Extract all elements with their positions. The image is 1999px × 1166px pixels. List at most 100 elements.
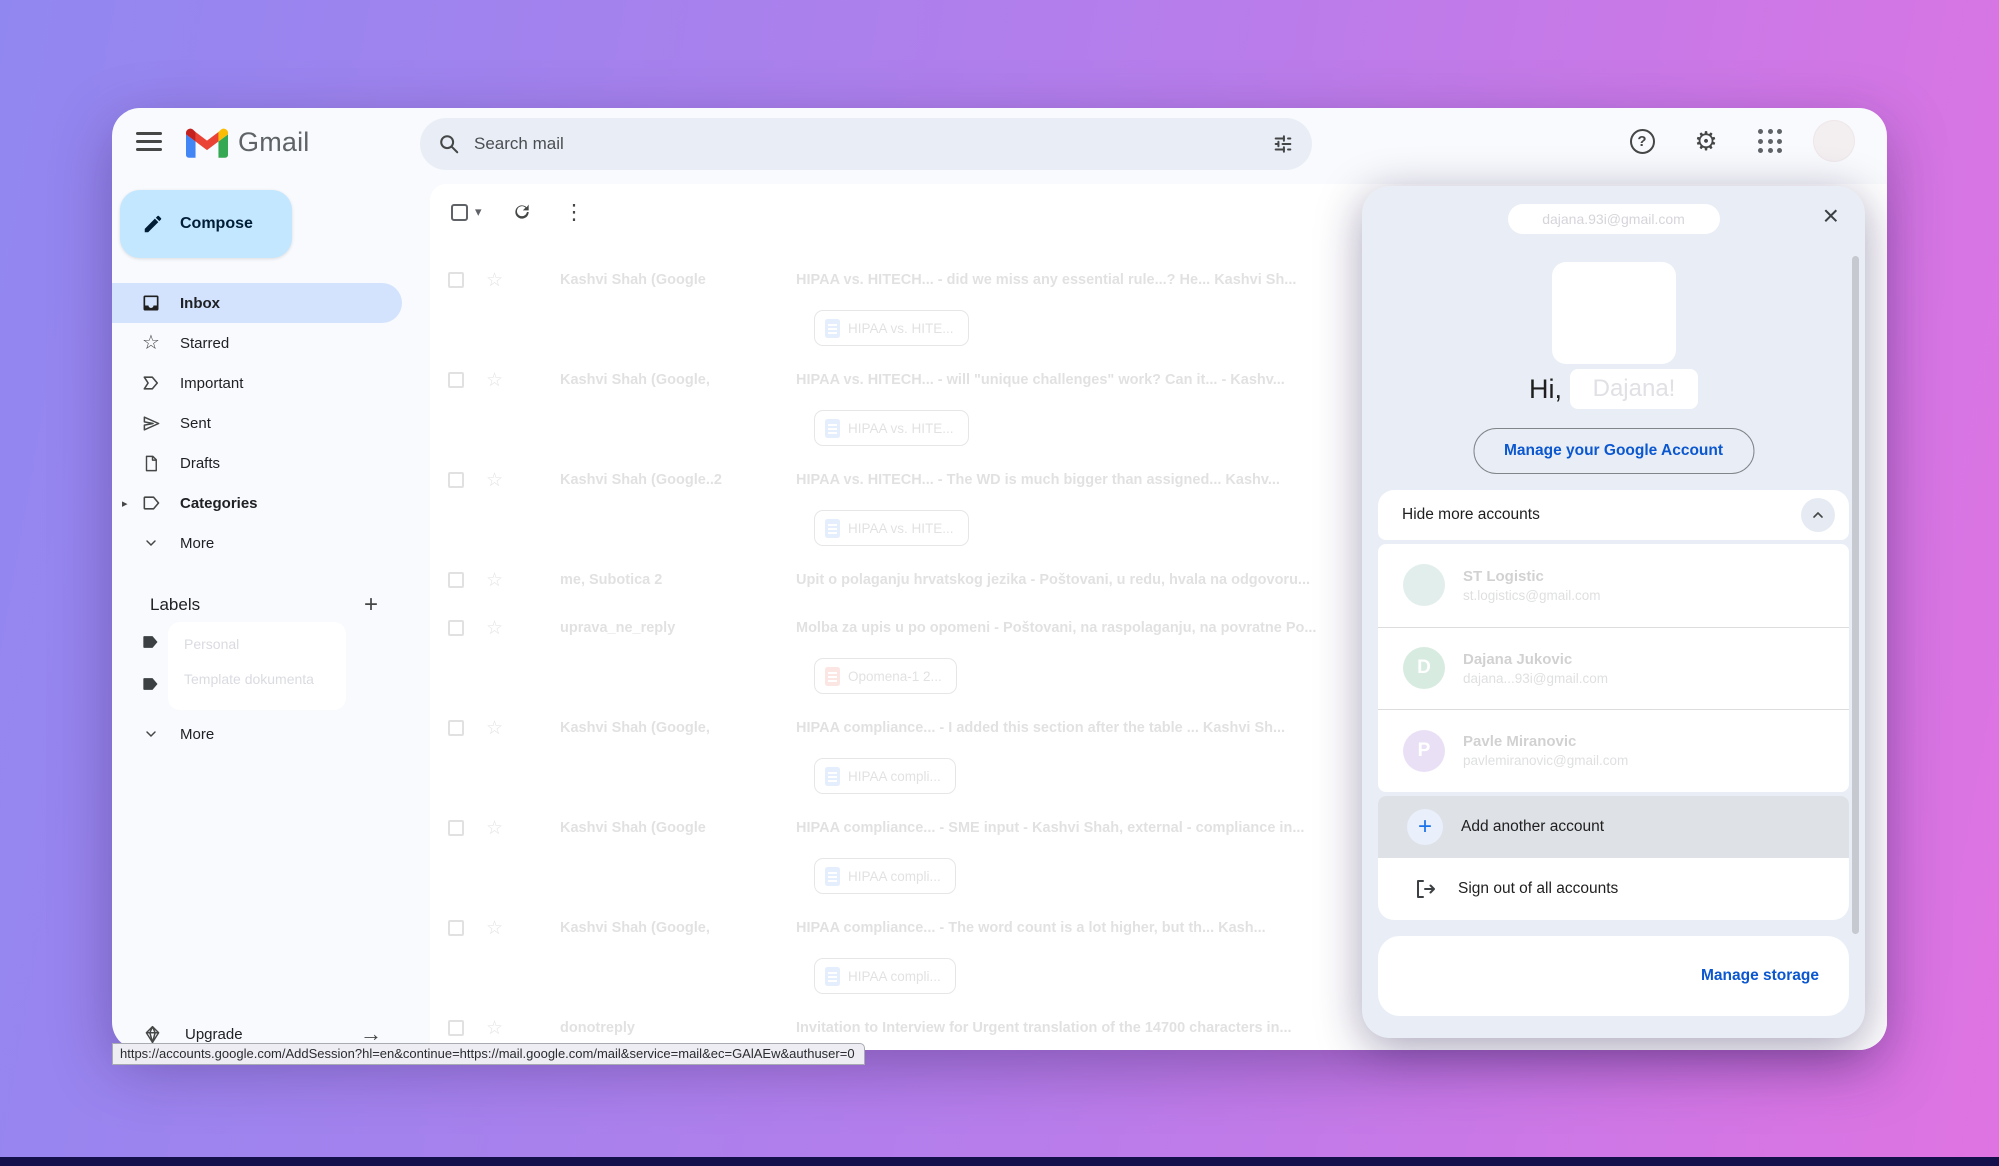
account-avatar [1403, 564, 1445, 606]
email-sender: Kashvi Shah (Google, [560, 720, 788, 736]
sidebar-item-sent[interactable]: Sent [112, 403, 402, 443]
accounts-list-card: ST Logistic st.logistics@gmail.com D Daj… [1378, 544, 1849, 792]
email-sender: Kashvi Shah (Google..2 [560, 472, 788, 488]
account-row[interactable]: P Pavle Miranovic pavlemiranovic@gmail.c… [1378, 709, 1849, 792]
main-menu-icon[interactable] [136, 132, 162, 152]
settings-button[interactable]: ⚙ [1685, 120, 1727, 162]
label-icon [140, 674, 160, 694]
sidebar-item-label: Starred [180, 335, 229, 352]
add-another-account-button[interactable]: + Add another account [1378, 796, 1849, 858]
row-star-icon[interactable]: ☆ [486, 469, 503, 492]
account-row[interactable]: ST Logistic st.logistics@gmail.com [1378, 544, 1849, 627]
sidebar-item-label: Inbox [180, 295, 220, 312]
chevron-up-icon [1801, 498, 1835, 532]
sidebar-more-labels[interactable]: More [112, 714, 402, 754]
account-email-redacted: dajana.93i@gmail.com [1508, 204, 1720, 234]
expander-icon[interactable]: ▸ [122, 497, 128, 510]
attachment-chip[interactable]: HIPAA compli... [814, 858, 956, 894]
label-tag-icons [140, 632, 160, 716]
row-checkbox[interactable] [448, 472, 464, 488]
sidebar-item-label: Sent [180, 415, 211, 432]
compose-button[interactable]: Compose [120, 190, 292, 258]
row-checkbox[interactable] [448, 572, 464, 588]
account-name: Dajana Jukovic [1463, 651, 1608, 668]
search-bar[interactable] [420, 118, 1312, 170]
select-all-checkbox[interactable] [451, 204, 468, 221]
attachment-chip[interactable]: HIPAA compli... [814, 758, 956, 794]
gem-icon [142, 1024, 163, 1045]
sign-out-all-button[interactable]: Sign out of all accounts [1378, 858, 1849, 920]
sidebar-item-label: More [180, 535, 214, 552]
email-sender: uprava_ne_reply [560, 620, 788, 636]
manage-storage-link[interactable]: Manage storage [1701, 967, 1819, 985]
row-checkbox[interactable] [448, 920, 464, 936]
sidebar-item-categories[interactable]: ▸ Categories [112, 483, 402, 523]
attachment-chip[interactable]: Opomena-1 2... [814, 658, 957, 694]
search-filter-icon[interactable] [1272, 133, 1294, 155]
plus-icon: + [1407, 809, 1443, 845]
row-star-icon[interactable]: ☆ [486, 369, 503, 392]
labels-redaction-box: Personal Template dokumenta [168, 622, 346, 710]
account-avatar-redacted[interactable] [1552, 262, 1676, 364]
tag-icon [140, 493, 162, 513]
manage-google-account-button[interactable]: Manage your Google Account [1473, 428, 1754, 474]
row-star-icon[interactable]: ☆ [486, 617, 503, 640]
sidebar-item-starred[interactable]: ☆ Starred [112, 323, 402, 363]
row-star-icon[interactable]: ☆ [486, 817, 503, 840]
row-checkbox[interactable] [448, 720, 464, 736]
help-button[interactable]: ? [1621, 120, 1663, 162]
email-sender: me, Subotica 2 [560, 572, 788, 588]
apps-grid-icon [1758, 129, 1782, 153]
label-item[interactable]: Personal [184, 631, 346, 666]
sidebar-item-label: Categories [180, 495, 258, 512]
attachment-chip[interactable]: HIPAA vs. HITE... [814, 410, 969, 446]
labels-header: Labels [150, 595, 200, 615]
panel-scrollbar[interactable] [1852, 256, 1859, 934]
search-icon [438, 133, 460, 155]
account-email: dajana...93i@gmail.com [1463, 671, 1608, 686]
sidebar-item-label: Drafts [180, 455, 220, 472]
doc-icon [825, 419, 840, 438]
greeting-text: Hi, [1529, 374, 1562, 405]
status-url-bubble: https://accounts.google.com/AddSession?h… [112, 1043, 865, 1065]
attachment-chip[interactable]: HIPAA compli... [814, 958, 956, 994]
email-sender: Kashvi Shah (Google [560, 820, 788, 836]
sidebar-item-drafts[interactable]: Drafts [112, 443, 402, 483]
label-item[interactable]: Template dokumenta [184, 666, 346, 701]
row-checkbox[interactable] [448, 1020, 464, 1036]
row-checkbox[interactable] [448, 372, 464, 388]
hide-more-accounts-button[interactable]: Hide more accounts [1378, 490, 1849, 540]
sidebar-item-more[interactable]: More [112, 523, 402, 563]
add-label-icon[interactable]: + [364, 591, 378, 619]
doc-icon [825, 767, 840, 786]
sidebar-item-inbox[interactable]: Inbox [112, 283, 402, 323]
attachment-chip[interactable]: HIPAA vs. HITE... [814, 310, 969, 346]
row-star-icon[interactable]: ☆ [486, 1017, 503, 1040]
account-name: ST Logistic [1463, 568, 1601, 585]
draft-icon [140, 454, 162, 473]
sidebar-item-important[interactable]: Important [112, 363, 402, 403]
row-checkbox[interactable] [448, 272, 464, 288]
apps-button[interactable] [1749, 120, 1791, 162]
doc-icon [825, 319, 840, 338]
select-caret-icon[interactable]: ▾ [475, 204, 482, 220]
more-vert-icon[interactable]: ⋮ [564, 200, 585, 225]
row-checkbox[interactable] [448, 820, 464, 836]
profile-avatar[interactable] [1813, 120, 1855, 162]
row-checkbox[interactable] [448, 620, 464, 636]
important-icon [140, 373, 162, 393]
account-row[interactable]: D Dajana Jukovic dajana...93i@gmail.com [1378, 627, 1849, 710]
close-icon[interactable]: × [1819, 198, 1843, 234]
refresh-icon[interactable] [512, 202, 532, 222]
email-sender: Kashvi Shah (Google, [560, 372, 788, 388]
search-input[interactable] [474, 134, 1272, 154]
upgrade-label: Upgrade [185, 1026, 243, 1043]
row-star-icon[interactable]: ☆ [486, 917, 503, 940]
row-star-icon[interactable]: ☆ [486, 717, 503, 740]
sign-out-icon [1410, 877, 1440, 901]
attachment-chip[interactable]: HIPAA vs. HITE... [814, 510, 969, 546]
compose-label: Compose [180, 215, 253, 233]
row-star-icon[interactable]: ☆ [486, 269, 503, 292]
email-sender: donotreply [560, 1020, 788, 1036]
row-star-icon[interactable]: ☆ [486, 569, 503, 592]
